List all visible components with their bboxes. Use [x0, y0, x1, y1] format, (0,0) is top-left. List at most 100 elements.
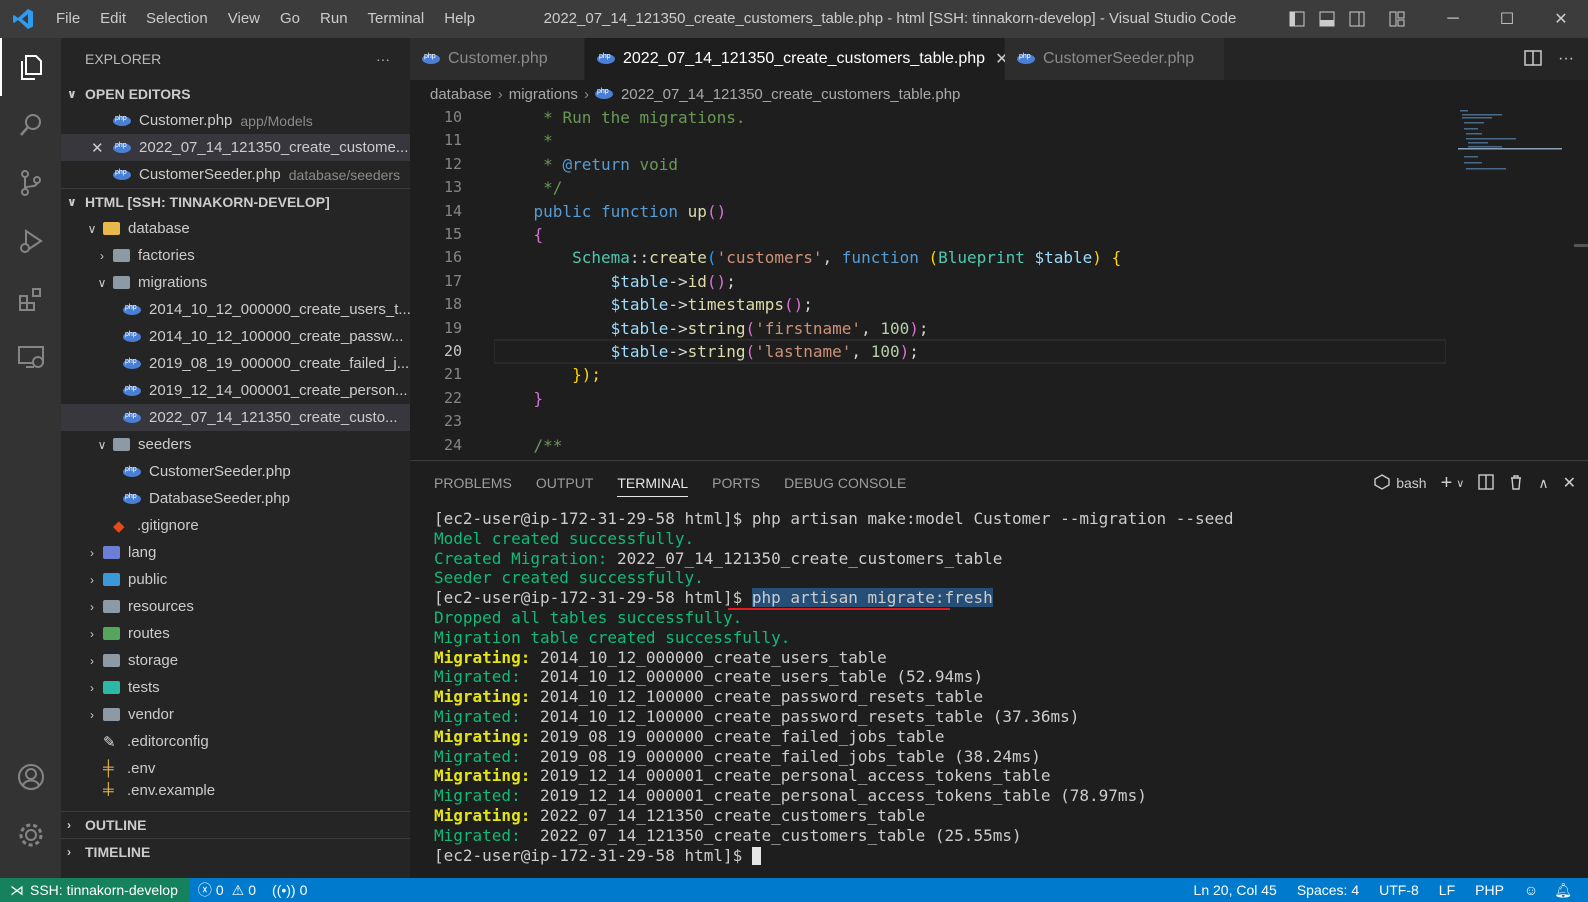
workspace-section[interactable]: ∨ HTML [SSH: TINNAKORN-DEVELOP]	[61, 188, 410, 215]
tree-folder-resources[interactable]: › resources	[61, 593, 410, 620]
tree-folder-vendor[interactable]: › vendor	[61, 701, 410, 728]
search-icon[interactable]	[0, 96, 61, 154]
open-editor-item-active[interactable]: ✕ 2022_07_14_121350_create_custome...	[61, 134, 410, 161]
menu-go[interactable]: Go	[270, 0, 310, 38]
cursor-position[interactable]: Ln 20, Col 45	[1184, 882, 1287, 898]
tree-folder-storage[interactable]: › storage	[61, 647, 410, 674]
tree-folder-database[interactable]: ∨ database	[61, 215, 410, 242]
tree-folder-tests[interactable]: › tests	[61, 674, 410, 701]
accounts-icon[interactable]	[0, 748, 61, 806]
migrating-label: Migrating:	[434, 687, 531, 707]
ports-indicator[interactable]: ((•)) 0	[264, 882, 315, 898]
editor-more-actions-icon[interactable]: ···	[1558, 50, 1574, 68]
new-terminal-icon[interactable]: +	[1441, 472, 1453, 495]
menu-view[interactable]: View	[218, 0, 270, 38]
file-label: .gitignore	[137, 517, 199, 534]
breadcrumb-item[interactable]: migrations	[509, 86, 578, 103]
open-editors-section[interactable]: ∨ OPEN EDITORS	[61, 80, 410, 107]
remote-icon: ⋊	[10, 881, 24, 898]
migrated-label: Migrated:	[434, 746, 531, 766]
tree-file[interactable]: 2014_10_12_100000_create_passw...	[61, 323, 410, 350]
end-of-line[interactable]: LF	[1429, 882, 1465, 898]
menu-help[interactable]: Help	[434, 0, 485, 38]
maximize-button[interactable]: ☐	[1480, 0, 1534, 38]
line-number: 17	[443, 271, 462, 290]
terminal-shell-name[interactable]: bash	[1396, 475, 1426, 491]
tree-file[interactable]: 2019_12_14_000001_create_person...	[61, 377, 410, 404]
tree-folder-lang[interactable]: › lang	[61, 539, 410, 566]
feedback-icon[interactable]: ☺	[1514, 882, 1548, 898]
tab-create-customers-table[interactable]: 2022_07_14_121350_create_customers_table…	[585, 38, 1008, 80]
tab-ports[interactable]: PORTS	[700, 461, 772, 505]
scroll-indicator[interactable]	[1574, 244, 1588, 247]
tree-file[interactable]: DatabaseSeeder.php	[61, 485, 410, 512]
language-mode[interactable]: PHP	[1465, 882, 1514, 898]
tree-folder-routes[interactable]: › routes	[61, 620, 410, 647]
tree-file[interactable]: CustomerSeeder.php	[61, 458, 410, 485]
file-label: .env.example	[127, 782, 216, 796]
remote-indicator[interactable]: ⋊ SSH: tinnakorn-develop	[0, 878, 190, 902]
chevron-right-icon: ›	[67, 818, 71, 832]
menu-file[interactable]: File	[46, 0, 90, 38]
customize-layout-icon[interactable]	[1382, 0, 1412, 38]
minimap[interactable]	[1458, 108, 1568, 188]
remote-explorer-icon[interactable]	[0, 328, 61, 386]
php-file-icon	[422, 53, 440, 64]
tree-folder-public[interactable]: › public	[61, 566, 410, 593]
tree-folder-factories[interactable]: › factories	[61, 242, 410, 269]
maximize-panel-icon[interactable]: ∧	[1538, 475, 1548, 492]
menu-edit[interactable]: Edit	[90, 0, 136, 38]
timeline-section[interactable]: › TIMELINE	[61, 838, 410, 865]
breadcrumb-item[interactable]: 2022_07_14_121350_create_customers_table…	[621, 86, 960, 103]
terminal-output[interactable]: [ec2-user@ip-172-31-29-58 html]$ php art…	[434, 509, 1234, 866]
source-control-icon[interactable]	[0, 154, 61, 212]
tree-file[interactable]: ✎ .editorconfig	[61, 728, 410, 755]
chevron-down-icon[interactable]: ∨	[1456, 477, 1464, 490]
tree-file[interactable]: ╪ .env.example	[61, 782, 410, 796]
menu-run[interactable]: Run	[310, 0, 358, 38]
php-file-icon	[123, 493, 141, 504]
code-editor[interactable]: 10 11 12 13 14 15 16 17 18 19 20 21 22 2…	[410, 108, 1588, 460]
indentation[interactable]: Spaces: 4	[1287, 882, 1369, 898]
tree-file[interactable]: 2014_10_12_000000_create_users_t...	[61, 296, 410, 323]
tree-file[interactable]: ╪ .env	[61, 755, 410, 782]
extensions-icon[interactable]	[0, 270, 61, 328]
tab-debug-console[interactable]: DEBUG CONSOLE	[772, 461, 918, 505]
encoding[interactable]: UTF-8	[1369, 882, 1429, 898]
run-debug-icon[interactable]	[0, 212, 61, 270]
menu-terminal[interactable]: Terminal	[358, 0, 435, 38]
tab-problems[interactable]: PROBLEMS	[422, 461, 524, 505]
tab-customer-seeder[interactable]: CustomerSeeder.php	[1005, 38, 1225, 80]
chevron-right-icon: ›	[90, 545, 94, 560]
minimize-button[interactable]: ─	[1426, 0, 1480, 38]
tree-file-gitignore[interactable]: ◆ .gitignore	[61, 512, 410, 539]
menu-selection[interactable]: Selection	[136, 0, 218, 38]
split-terminal-icon[interactable]	[1478, 473, 1495, 493]
toggle-secondary-sidebar-icon[interactable]	[1342, 0, 1372, 38]
folder-label: database	[128, 220, 190, 237]
tab-output[interactable]: OUTPUT	[524, 461, 606, 505]
outline-section[interactable]: › OUTLINE	[61, 811, 410, 838]
close-window-button[interactable]: ✕	[1534, 0, 1588, 38]
manage-gear-icon[interactable]	[0, 806, 61, 864]
tree-file[interactable]: 2019_08_19_000000_create_failed_j...	[61, 350, 410, 377]
explorer-more-actions[interactable]: ···	[376, 51, 390, 67]
tree-file-selected[interactable]: 2022_07_14_121350_create_custo...	[61, 404, 410, 431]
kill-terminal-trash-icon[interactable]	[1508, 474, 1524, 493]
open-editor-item[interactable]: CustomerSeeder.php database/seeders	[61, 161, 410, 188]
explorer-icon[interactable]	[0, 38, 61, 96]
split-editor-icon[interactable]	[1524, 49, 1542, 70]
tree-folder-seeders[interactable]: ∨ seeders	[61, 431, 410, 458]
tab-terminal[interactable]: TERMINAL	[605, 461, 700, 505]
close-panel-icon[interactable]: ✕	[1563, 473, 1576, 493]
breadcrumb-item[interactable]: database	[430, 86, 492, 103]
toggle-sidebar-icon[interactable]	[1282, 0, 1312, 38]
notifications-bell-icon[interactable]: 🔔︎	[1548, 882, 1578, 899]
toggle-panel-icon[interactable]	[1312, 0, 1342, 38]
open-editor-item[interactable]: Customer.php app/Models	[61, 107, 410, 134]
tree-folder-migrations[interactable]: ∨ migrations	[61, 269, 410, 296]
close-editor-icon[interactable]: ✕	[91, 139, 113, 157]
code-string: 'lastname'	[755, 342, 852, 361]
problems-indicator[interactable]: ⓧ 0 ⚠ 0	[190, 880, 264, 900]
tab-customer-php[interactable]: Customer.php	[410, 38, 585, 80]
